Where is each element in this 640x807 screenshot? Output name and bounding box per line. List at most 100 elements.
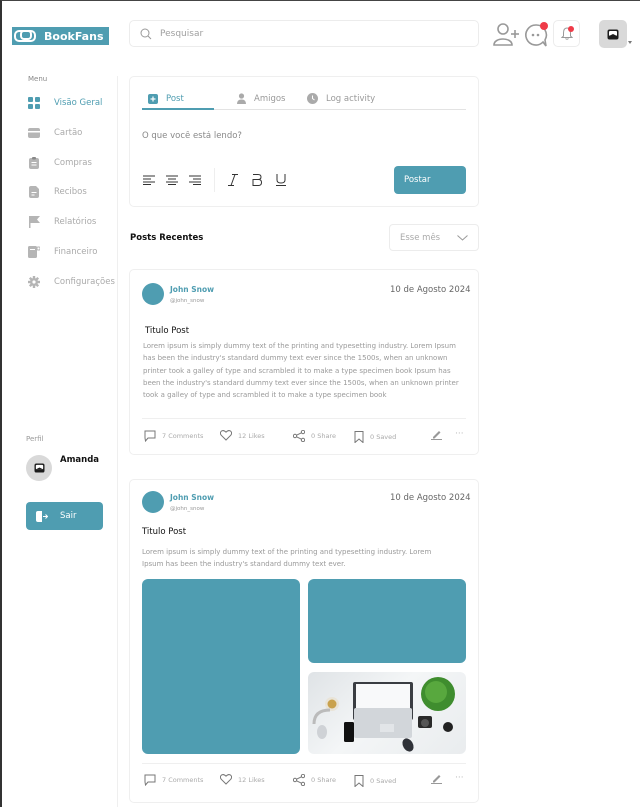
comments-button[interactable]: 7 Comments [144, 430, 203, 442]
align-left-button[interactable] [142, 173, 156, 187]
avatar-image-icon [34, 463, 44, 473]
author-avatar[interactable] [142, 491, 164, 513]
profile-avatar[interactable] [26, 455, 52, 481]
align-center-icon [166, 175, 178, 185]
tab-label: Log activity [326, 93, 376, 104]
period-filter-select[interactable]: Esse mês [389, 224, 479, 251]
logout-button[interactable]: Sair [26, 502, 103, 530]
more-options-button[interactable]: ··· [455, 429, 464, 439]
logout-label: Sair [60, 511, 77, 521]
post-image-desk-photo[interactable] [308, 672, 466, 754]
edit-post-button[interactable] [431, 429, 448, 440]
sidebar-item-label: Cartão [54, 128, 83, 138]
comment-icon [144, 774, 156, 786]
italic-button[interactable] [226, 173, 240, 187]
sidebar-item-visao-geral[interactable]: Visão Geral [28, 95, 102, 111]
post-title: Titulo Post [142, 527, 187, 537]
italic-icon [228, 174, 238, 186]
clock-icon [307, 93, 318, 104]
tab-label: Post [166, 93, 184, 104]
sidebar-item-cartao[interactable]: Cartão [28, 125, 82, 141]
comments-button[interactable]: 7 Comments [144, 774, 203, 786]
recent-posts-title: Posts Recentes [130, 233, 204, 243]
comments-count: 7 Comments [162, 776, 204, 784]
author-name[interactable]: John Snow [170, 493, 214, 502]
menu-label: Menu [28, 75, 48, 83]
ellipsis-icon: ··· [455, 429, 464, 439]
sidebar-item-financeiro[interactable]: Financeiro [28, 244, 97, 260]
sidebar-item-recibos[interactable]: Recibos [28, 184, 87, 200]
sidebar-item-label: Relatórios [54, 217, 97, 227]
post-separator [142, 763, 466, 764]
align-left-icon [143, 175, 155, 185]
search-input[interactable] [160, 28, 460, 39]
sidebar-item-configuracoes[interactable]: Configurações [28, 274, 115, 290]
add-friend-button[interactable] [492, 21, 520, 47]
post-body: Lorem ipsum is simply dummy text of the … [143, 342, 459, 400]
gear-icon [28, 276, 40, 288]
pencil-icon [431, 775, 442, 784]
edit-post-button[interactable] [431, 773, 448, 784]
sidebar-item-compras[interactable]: Compras [28, 155, 92, 171]
add-friend-icon [493, 23, 519, 46]
author-handle: @john_snow [170, 506, 205, 512]
search-icon [140, 28, 152, 39]
desk-photo-illustration [312, 677, 455, 752]
toolbar-divider [214, 168, 215, 192]
sidebar-item-label: Financeiro [54, 247, 98, 257]
bold-button[interactable] [250, 173, 264, 187]
heart-icon [220, 774, 232, 785]
sidebar-item-label: Visão Geral [54, 98, 103, 108]
post-image[interactable] [142, 579, 300, 754]
chat-notification-dot [540, 22, 548, 30]
notifications-button[interactable] [553, 20, 580, 47]
post-body: Lorem ipsum is simply dummy text of the … [142, 548, 432, 569]
shares-count: 0 Share [311, 776, 336, 784]
share-icon [293, 774, 305, 786]
sidebar-item-label: Configurações [54, 277, 115, 287]
save-button[interactable]: 0 Saved [354, 431, 396, 443]
chat-button[interactable] [523, 22, 549, 48]
search-bar[interactable] [129, 20, 479, 47]
comments-count: 7 Comments [162, 432, 204, 440]
tab-post[interactable]: Post [148, 87, 184, 110]
post-text-input[interactable] [142, 131, 382, 141]
tab-log-activity[interactable]: Log activity [307, 87, 375, 110]
bookmark-icon [354, 775, 364, 787]
post-submit-button[interactable]: Postar [394, 166, 466, 194]
likes-count: 12 Likes [238, 431, 265, 440]
card-icon [28, 127, 40, 139]
post-title: Titulo Post [145, 326, 190, 336]
author-avatar[interactable] [142, 283, 164, 305]
sidebar-item-label: Recibos [54, 187, 87, 197]
comment-icon [144, 430, 156, 442]
user-icon [237, 93, 246, 104]
underline-button[interactable] [274, 173, 288, 187]
post-separator [142, 418, 466, 419]
grid-icon [28, 97, 40, 109]
bell-notification-dot [568, 26, 574, 32]
user-avatar-button[interactable] [599, 20, 627, 48]
share-button[interactable]: 0 Share [293, 774, 336, 786]
align-center-button[interactable] [165, 173, 179, 187]
more-options-button[interactable]: ··· [455, 773, 464, 783]
tab-amigos[interactable]: Amigos [237, 87, 285, 110]
pencil-icon [431, 431, 442, 440]
align-right-button[interactable] [188, 173, 202, 187]
like-button[interactable]: 12 Likes [220, 430, 265, 441]
share-icon [293, 430, 305, 442]
avatar-dropdown-caret[interactable] [628, 41, 632, 44]
plus-square-icon [148, 93, 158, 104]
save-button[interactable]: 0 Saved [354, 775, 396, 787]
share-button[interactable]: 0 Share [293, 430, 336, 442]
underline-icon [276, 174, 286, 186]
author-name[interactable]: John Snow [170, 285, 214, 294]
post-image[interactable] [308, 579, 466, 663]
app-logo[interactable]: BookFans [12, 27, 109, 45]
flag-icon [28, 216, 40, 228]
clipboard-icon [28, 157, 40, 169]
likes-count: 12 Likes [238, 775, 265, 784]
like-button[interactable]: 12 Likes [220, 774, 265, 785]
sidebar-item-relatorios[interactable]: Relatórios [28, 214, 96, 230]
chevron-down-icon [457, 234, 468, 241]
